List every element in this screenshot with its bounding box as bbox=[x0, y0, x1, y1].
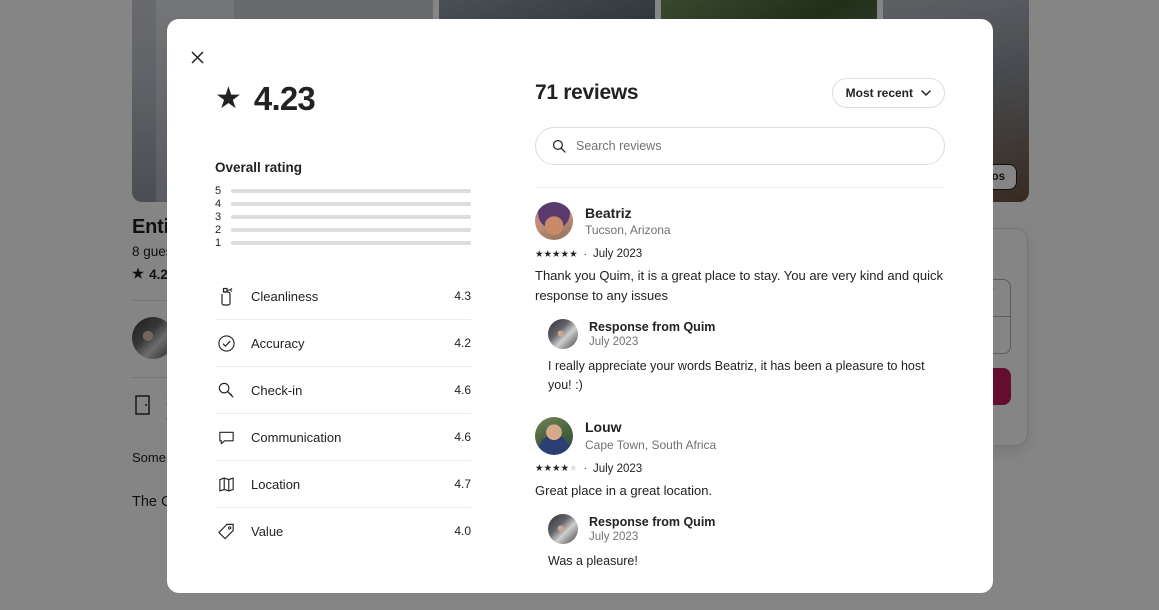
host-response-title: Response from Quim bbox=[589, 320, 716, 334]
reviewer-name: Beatriz bbox=[585, 204, 632, 221]
avatar bbox=[548, 514, 578, 544]
search-icon bbox=[552, 139, 566, 153]
sort-label: Most recent bbox=[845, 86, 913, 100]
host-response-date: July 2023 bbox=[589, 531, 639, 543]
category-value: 4.2 bbox=[454, 336, 471, 350]
map-icon bbox=[215, 473, 237, 495]
review-item: Louw Cape Town, South Africa ★★★★★ · Jul… bbox=[535, 416, 945, 571]
star-rating: ★★★★★ bbox=[535, 463, 578, 474]
star-icon: ★ bbox=[215, 82, 242, 115]
histogram-label: 1 bbox=[215, 237, 222, 249]
meta-separator: · bbox=[583, 248, 587, 260]
category-value: 4.6 bbox=[454, 383, 471, 397]
category-value: 4.3 bbox=[454, 289, 471, 303]
host-response-header: Response from Quim July 2023 bbox=[548, 514, 945, 544]
histogram-row: 1 bbox=[215, 237, 471, 249]
histogram-track bbox=[231, 202, 471, 206]
meta-separator: · bbox=[583, 463, 587, 474]
avatar bbox=[535, 416, 573, 455]
histogram-row: 5 bbox=[215, 185, 471, 197]
reviewer-location: Tucson, Arizona bbox=[585, 223, 671, 238]
overall-score: 4.23 bbox=[253, 80, 316, 117]
check-circle-icon bbox=[215, 332, 237, 354]
reviews-panel: 71 reviews Most recent Search reviews Be… bbox=[511, 76, 993, 593]
host-response: Response from Quim July 2023 Was a pleas… bbox=[535, 514, 945, 571]
category-value: 4.0 bbox=[454, 524, 471, 538]
search-reviews-box[interactable] bbox=[535, 127, 945, 165]
histogram-row: 3 bbox=[215, 211, 471, 223]
review-date: July 2023 bbox=[592, 248, 643, 260]
category-cleanliness: Cleanliness 4.3 bbox=[215, 273, 471, 320]
key-icon bbox=[215, 379, 237, 401]
histogram-track bbox=[231, 228, 471, 232]
host-response-title: Response from Quim bbox=[589, 515, 716, 529]
host-response-text: I really appreciate your words Beatriz, … bbox=[548, 359, 925, 392]
overall-rating-panel: ★ 4.23 Overall rating 5 4 3 2 1 Cleanlin… bbox=[167, 76, 511, 593]
category-accuracy: Accuracy 4.2 bbox=[215, 320, 471, 367]
host-response-date: July 2023 bbox=[589, 336, 639, 348]
sort-dropdown[interactable]: Most recent bbox=[831, 78, 945, 108]
reviewer-identity: Beatriz Tucson, Arizona bbox=[535, 202, 945, 240]
histogram-label: 5 bbox=[215, 185, 222, 197]
reviewer-location: Cape Town, South Africa bbox=[585, 437, 717, 452]
host-response-header: Response from Quim July 2023 bbox=[548, 319, 945, 349]
avatar bbox=[535, 202, 573, 240]
category-label: Location bbox=[251, 476, 301, 492]
histogram-label: 4 bbox=[215, 198, 222, 210]
histogram-track bbox=[231, 241, 471, 245]
close-icon[interactable] bbox=[183, 43, 211, 71]
host-response: Response from Quim July 2023 I really ap… bbox=[535, 319, 945, 395]
reviews-header: 71 reviews Most recent bbox=[535, 78, 945, 108]
tag-icon bbox=[215, 520, 237, 542]
category-label: Value bbox=[251, 523, 284, 539]
overall-score-row: ★ 4.23 bbox=[215, 80, 471, 118]
host-response-text: Was a pleasure! bbox=[548, 554, 638, 568]
reviewer-identity: Louw Cape Town, South Africa bbox=[535, 416, 945, 455]
category-value: 4.6 bbox=[454, 430, 471, 444]
histogram-track bbox=[231, 189, 471, 193]
histogram-track bbox=[231, 215, 471, 219]
chevron-down-icon bbox=[921, 89, 931, 96]
search-input[interactable] bbox=[576, 139, 928, 153]
category-location: Location 4.7 bbox=[215, 461, 471, 508]
reviews-count: 71 reviews bbox=[535, 81, 639, 104]
category-value: 4.7 bbox=[454, 477, 471, 491]
review-date: July 2023 bbox=[592, 462, 643, 475]
reviewer-name: Louw bbox=[585, 419, 622, 436]
avatar bbox=[548, 319, 578, 349]
category-value: Value 4.0 bbox=[215, 508, 471, 554]
histogram-row: 4 bbox=[215, 198, 471, 210]
reviews-modal: ★ 4.23 Overall rating 5 4 3 2 1 Cleanlin… bbox=[167, 19, 993, 593]
rating-categories: Cleanliness 4.3 Accuracy 4.2 Check-in 4.… bbox=[215, 273, 471, 554]
histogram-row: 2 bbox=[215, 224, 471, 236]
category-communication: Communication 4.6 bbox=[215, 414, 471, 461]
overall-rating-label: Overall rating bbox=[215, 160, 303, 175]
review-text: Thank you Quim, it is a great place to s… bbox=[535, 268, 944, 303]
category-label: Communication bbox=[251, 429, 342, 445]
review-meta: ★★★★★ · July 2023 bbox=[535, 463, 945, 475]
review-item: Beatriz Tucson, Arizona ★★★★★ · July 202… bbox=[535, 202, 945, 395]
speech-bubble-icon bbox=[215, 426, 237, 448]
review-text: Great place in a great location. bbox=[535, 482, 713, 498]
reviews-list: Beatriz Tucson, Arizona ★★★★★ · July 202… bbox=[535, 188, 945, 593]
rating-histogram: 5 4 3 2 1 bbox=[215, 185, 471, 249]
category-label: Cleanliness bbox=[251, 288, 319, 304]
spray-bottle-icon bbox=[215, 285, 237, 307]
star-rating: ★★★★★ bbox=[535, 248, 578, 260]
category-checkin: Check-in 4.6 bbox=[215, 367, 471, 414]
category-label: Check-in bbox=[251, 382, 303, 398]
category-label: Accuracy bbox=[251, 335, 305, 351]
listing-page: Show all photos Entire rental unit in Ba… bbox=[0, 0, 1159, 610]
review-meta: ★★★★★ · July 2023 bbox=[535, 248, 945, 260]
histogram-label: 3 bbox=[215, 211, 222, 223]
histogram-label: 2 bbox=[215, 224, 222, 236]
